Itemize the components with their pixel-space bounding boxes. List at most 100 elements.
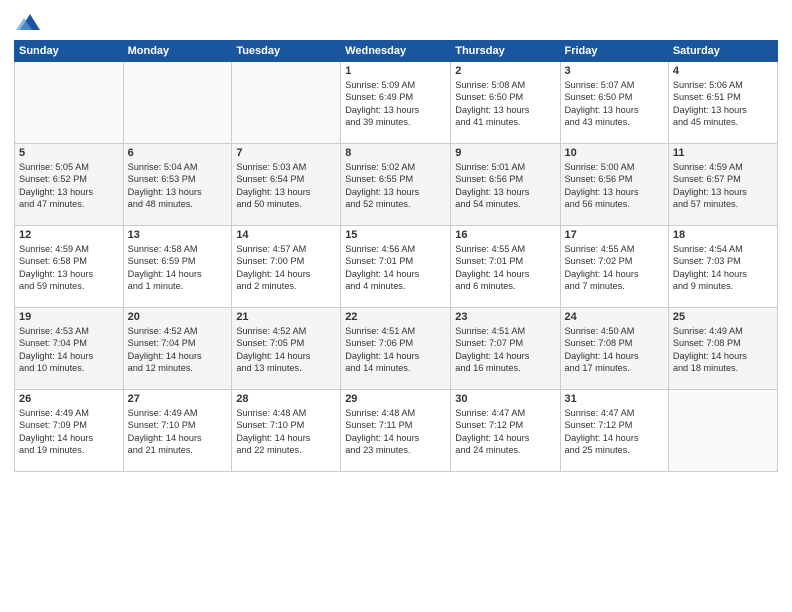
logo bbox=[14, 10, 40, 34]
day-header-friday: Friday bbox=[560, 41, 668, 62]
day-info: Sunrise: 4:55 AM Sunset: 7:02 PM Dayligh… bbox=[565, 243, 664, 293]
day-info: Sunrise: 4:52 AM Sunset: 7:05 PM Dayligh… bbox=[236, 325, 336, 375]
day-cell-8: 8 Sunrise: 5:02 AM Sunset: 6:55 PM Daylig… bbox=[341, 144, 451, 226]
calendar-table: SundayMondayTuesdayWednesdayThursdayFrid… bbox=[14, 40, 778, 472]
page: SundayMondayTuesdayWednesdayThursdayFrid… bbox=[0, 0, 792, 612]
day-info: Sunrise: 4:50 AM Sunset: 7:08 PM Dayligh… bbox=[565, 325, 664, 375]
day-number: 19 bbox=[19, 311, 119, 323]
day-number: 6 bbox=[128, 147, 228, 159]
day-cell-6: 6 Sunrise: 5:04 AM Sunset: 6:53 PM Daylig… bbox=[123, 144, 232, 226]
day-cell-7: 7 Sunrise: 5:03 AM Sunset: 6:54 PM Daylig… bbox=[232, 144, 341, 226]
day-cell-17: 17 Sunrise: 4:55 AM Sunset: 7:02 PM Dayli… bbox=[560, 226, 668, 308]
day-number: 12 bbox=[19, 229, 119, 241]
day-info: Sunrise: 4:49 AM Sunset: 7:09 PM Dayligh… bbox=[19, 407, 119, 457]
empty-cell bbox=[15, 62, 124, 144]
day-cell-28: 28 Sunrise: 4:48 AM Sunset: 7:10 PM Dayli… bbox=[232, 390, 341, 472]
day-number: 5 bbox=[19, 147, 119, 159]
day-header-sunday: Sunday bbox=[15, 41, 124, 62]
week-row-1: 1 Sunrise: 5:09 AM Sunset: 6:49 PM Daylig… bbox=[15, 62, 778, 144]
day-header-saturday: Saturday bbox=[668, 41, 777, 62]
day-info: Sunrise: 4:47 AM Sunset: 7:12 PM Dayligh… bbox=[565, 407, 664, 457]
day-number: 25 bbox=[673, 311, 773, 323]
day-number: 10 bbox=[565, 147, 664, 159]
day-cell-2: 2 Sunrise: 5:08 AM Sunset: 6:50 PM Daylig… bbox=[451, 62, 560, 144]
day-number: 16 bbox=[455, 229, 555, 241]
day-cell-29: 29Sunrise: 4:48 AM Sunset: 7:11 PM Dayli… bbox=[341, 390, 451, 472]
day-cell-30: 30Sunrise: 4:47 AM Sunset: 7:12 PM Dayli… bbox=[451, 390, 560, 472]
empty-cell bbox=[668, 390, 777, 472]
day-cell-31: 31Sunrise: 4:47 AM Sunset: 7:12 PM Dayli… bbox=[560, 390, 668, 472]
day-info: Sunrise: 4:49 AM Sunset: 7:08 PM Dayligh… bbox=[673, 325, 773, 375]
day-info: Sunrise: 5:09 AM Sunset: 6:49 PM Dayligh… bbox=[345, 79, 446, 129]
day-info: Sunrise: 5:08 AM Sunset: 6:50 PM Dayligh… bbox=[455, 79, 555, 129]
day-info: Sunrise: 4:52 AM Sunset: 7:04 PM Dayligh… bbox=[128, 325, 228, 375]
week-row-3: 12 Sunrise: 4:59 AM Sunset: 6:58 PM Dayli… bbox=[15, 226, 778, 308]
day-number: 15 bbox=[345, 229, 446, 241]
day-info: Sunrise: 5:02 AM Sunset: 6:55 PM Dayligh… bbox=[345, 161, 446, 211]
day-number: 18 bbox=[673, 229, 773, 241]
day-info: Sunrise: 4:59 AM Sunset: 6:58 PM Dayligh… bbox=[19, 243, 119, 293]
day-number: 14 bbox=[236, 229, 336, 241]
day-cell-20: 20Sunrise: 4:52 AM Sunset: 7:04 PM Dayli… bbox=[123, 308, 232, 390]
day-cell-3: 3 Sunrise: 5:07 AM Sunset: 6:50 PM Daylig… bbox=[560, 62, 668, 144]
day-number: 29 bbox=[345, 393, 446, 405]
day-cell-18: 18 Sunrise: 4:54 AM Sunset: 7:03 PM Dayli… bbox=[668, 226, 777, 308]
day-header-tuesday: Tuesday bbox=[232, 41, 341, 62]
day-info: Sunrise: 4:53 AM Sunset: 7:04 PM Dayligh… bbox=[19, 325, 119, 375]
day-number: 9 bbox=[455, 147, 555, 159]
empty-cell bbox=[123, 62, 232, 144]
day-number: 26 bbox=[19, 393, 119, 405]
day-info: Sunrise: 4:57 AM Sunset: 7:00 PM Dayligh… bbox=[236, 243, 336, 293]
day-info: Sunrise: 4:55 AM Sunset: 7:01 PM Dayligh… bbox=[455, 243, 555, 293]
day-cell-16: 16 Sunrise: 4:55 AM Sunset: 7:01 PM Dayli… bbox=[451, 226, 560, 308]
day-number: 2 bbox=[455, 65, 555, 77]
day-number: 17 bbox=[565, 229, 664, 241]
week-row-4: 19 Sunrise: 4:53 AM Sunset: 7:04 PM Dayli… bbox=[15, 308, 778, 390]
empty-cell bbox=[232, 62, 341, 144]
day-info: Sunrise: 5:05 AM Sunset: 6:52 PM Dayligh… bbox=[19, 161, 119, 211]
day-info: Sunrise: 4:58 AM Sunset: 6:59 PM Dayligh… bbox=[128, 243, 228, 293]
day-info: Sunrise: 4:51 AM Sunset: 7:07 PM Dayligh… bbox=[455, 325, 555, 375]
day-cell-11: 11 Sunrise: 4:59 AM Sunset: 6:57 PM Dayli… bbox=[668, 144, 777, 226]
day-cell-13: 13Sunrise: 4:58 AM Sunset: 6:59 PM Dayli… bbox=[123, 226, 232, 308]
day-info: Sunrise: 4:54 AM Sunset: 7:03 PM Dayligh… bbox=[673, 243, 773, 293]
day-number: 23 bbox=[455, 311, 555, 323]
day-cell-4: 4Sunrise: 5:06 AM Sunset: 6:51 PM Daylig… bbox=[668, 62, 777, 144]
day-info: Sunrise: 5:06 AM Sunset: 6:51 PM Dayligh… bbox=[673, 79, 773, 129]
logo-icon bbox=[16, 10, 40, 34]
day-number: 1 bbox=[345, 65, 446, 77]
day-cell-14: 14 Sunrise: 4:57 AM Sunset: 7:00 PM Dayli… bbox=[232, 226, 341, 308]
day-number: 11 bbox=[673, 147, 773, 159]
day-cell-25: 25 Sunrise: 4:49 AM Sunset: 7:08 PM Dayli… bbox=[668, 308, 777, 390]
day-cell-22: 22 Sunrise: 4:51 AM Sunset: 7:06 PM Dayli… bbox=[341, 308, 451, 390]
day-cell-12: 12 Sunrise: 4:59 AM Sunset: 6:58 PM Dayli… bbox=[15, 226, 124, 308]
day-cell-27: 27 Sunrise: 4:49 AM Sunset: 7:10 PM Dayli… bbox=[123, 390, 232, 472]
day-info: Sunrise: 5:04 AM Sunset: 6:53 PM Dayligh… bbox=[128, 161, 228, 211]
day-info: Sunrise: 4:49 AM Sunset: 7:10 PM Dayligh… bbox=[128, 407, 228, 457]
week-row-5: 26 Sunrise: 4:49 AM Sunset: 7:09 PM Dayli… bbox=[15, 390, 778, 472]
day-cell-21: 21Sunrise: 4:52 AM Sunset: 7:05 PM Dayli… bbox=[232, 308, 341, 390]
day-number: 27 bbox=[128, 393, 228, 405]
day-number: 3 bbox=[565, 65, 664, 77]
day-info: Sunrise: 4:47 AM Sunset: 7:12 PM Dayligh… bbox=[455, 407, 555, 457]
day-info: Sunrise: 5:03 AM Sunset: 6:54 PM Dayligh… bbox=[236, 161, 336, 211]
day-cell-24: 24Sunrise: 4:50 AM Sunset: 7:08 PM Dayli… bbox=[560, 308, 668, 390]
day-cell-9: 9Sunrise: 5:01 AM Sunset: 6:56 PM Daylig… bbox=[451, 144, 560, 226]
day-header-monday: Monday bbox=[123, 41, 232, 62]
header bbox=[14, 10, 778, 34]
day-cell-5: 5 Sunrise: 5:05 AM Sunset: 6:52 PM Daylig… bbox=[15, 144, 124, 226]
day-info: Sunrise: 5:00 AM Sunset: 6:56 PM Dayligh… bbox=[565, 161, 664, 211]
day-cell-1: 1 Sunrise: 5:09 AM Sunset: 6:49 PM Daylig… bbox=[341, 62, 451, 144]
day-info: Sunrise: 4:51 AM Sunset: 7:06 PM Dayligh… bbox=[345, 325, 446, 375]
day-cell-23: 23 Sunrise: 4:51 AM Sunset: 7:07 PM Dayli… bbox=[451, 308, 560, 390]
day-header-wednesday: Wednesday bbox=[341, 41, 451, 62]
day-info: Sunrise: 4:59 AM Sunset: 6:57 PM Dayligh… bbox=[673, 161, 773, 211]
day-number: 28 bbox=[236, 393, 336, 405]
day-info: Sunrise: 4:56 AM Sunset: 7:01 PM Dayligh… bbox=[345, 243, 446, 293]
day-header-thursday: Thursday bbox=[451, 41, 560, 62]
day-info: Sunrise: 5:07 AM Sunset: 6:50 PM Dayligh… bbox=[565, 79, 664, 129]
day-number: 22 bbox=[345, 311, 446, 323]
day-number: 8 bbox=[345, 147, 446, 159]
day-number: 7 bbox=[236, 147, 336, 159]
day-info: Sunrise: 4:48 AM Sunset: 7:10 PM Dayligh… bbox=[236, 407, 336, 457]
